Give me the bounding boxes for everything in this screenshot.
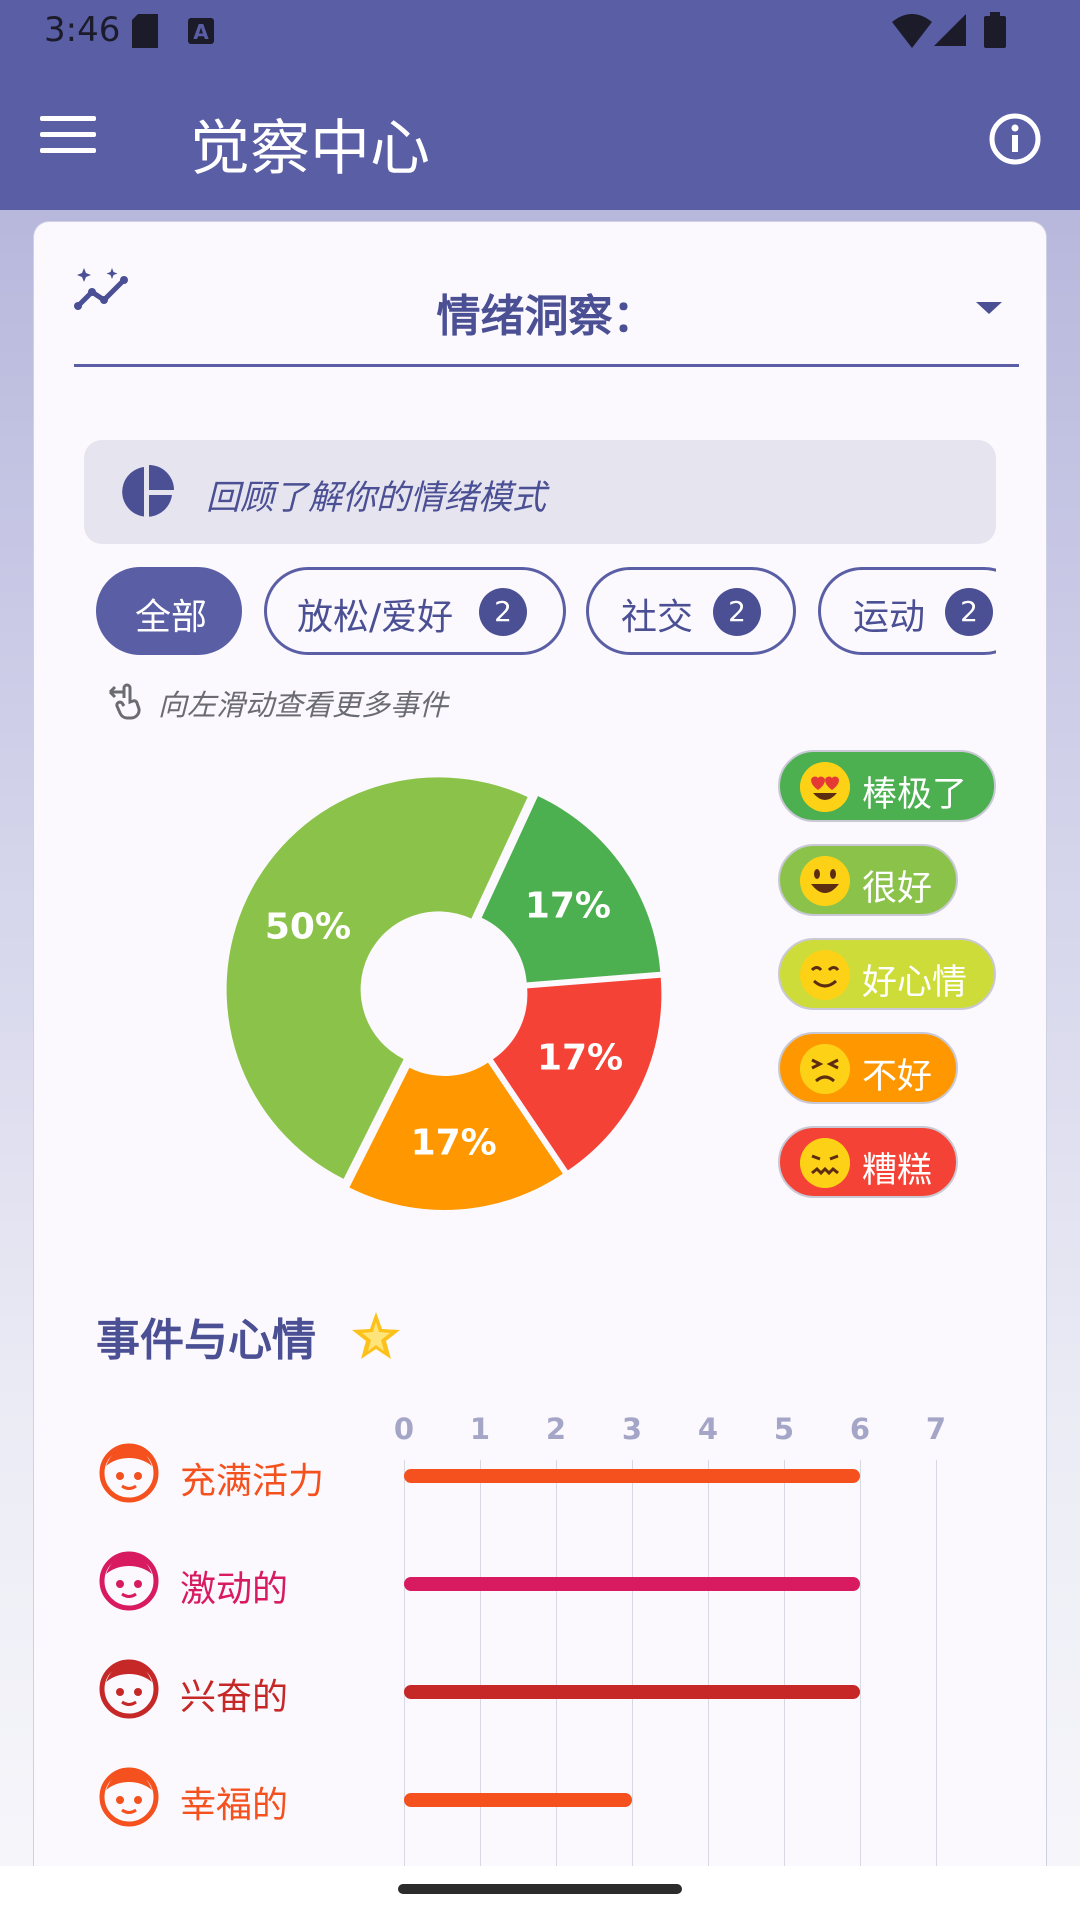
chip-social[interactable]: 社交 2 [586, 567, 796, 655]
dropdown-label: 情绪洞察： [436, 291, 657, 342]
legend-awesome[interactable]: 棒极了 [778, 750, 996, 822]
legend-terrible[interactable]: 糟糕 [778, 1126, 958, 1198]
gridline [632, 1460, 633, 1880]
pie-slice-label: 50% [265, 906, 351, 947]
swipe-hint: 向左滑动查看更多事件 [108, 682, 449, 724]
legend-label: 棒极了 [862, 775, 968, 815]
insight-type-dropdown[interactable]: 情绪洞察： [74, 242, 1019, 367]
chip-count-badge: 2 [945, 588, 993, 636]
chip-count-badge: 2 [713, 588, 761, 636]
swipe-gesture-icon [108, 683, 141, 720]
row-label: 兴奋的 [180, 1677, 289, 1718]
pie-slice-label: 17% [537, 1038, 623, 1079]
pie-chart-icon [122, 465, 174, 519]
status-bar: 3:46 A [0, 0, 1080, 64]
chip-sports[interactable]: 运动 2 [818, 567, 996, 655]
x-axis-tick: 3 [621, 1412, 643, 1446]
sd-card-icon [132, 14, 158, 48]
person-face-icon [99, 1767, 159, 1827]
hamburger-menu-icon[interactable] [40, 116, 96, 158]
legend-bad[interactable]: 不好 [778, 1032, 958, 1104]
bar[interactable] [404, 1469, 860, 1483]
glowing-star-icon [352, 1312, 400, 1359]
pie-slice-label: 17% [525, 886, 611, 927]
x-axis-tick: 4 [697, 1412, 719, 1446]
legend-good[interactable]: 很好 [778, 844, 958, 916]
page-title: 觉察中心 [190, 114, 430, 184]
x-axis-tick: 5 [773, 1412, 795, 1446]
navigation-bar [0, 1866, 1080, 1920]
legend-label: 很好 [862, 869, 933, 909]
app-bar: 觉察中心 [0, 64, 1080, 210]
chip-relax-hobby[interactable]: 放松/爱好 2 [264, 567, 566, 655]
status-time: 3:46 [44, 10, 121, 50]
chip-label: 全部 [135, 597, 208, 638]
gridline [556, 1460, 557, 1880]
row-label: 激动的 [180, 1569, 289, 1610]
row-label: 幸福的 [180, 1785, 289, 1826]
keyboard-a-icon: A [188, 18, 214, 44]
row-label: 充满活力 [180, 1461, 325, 1502]
person-face-icon [99, 1659, 159, 1719]
bar[interactable] [404, 1577, 860, 1591]
legend-label: 糟糕 [862, 1151, 933, 1191]
smiling-face-icon [800, 950, 850, 1000]
person-face-icon [99, 1551, 159, 1611]
sad-face-icon [800, 1044, 850, 1094]
x-axis-tick: 6 [849, 1412, 871, 1446]
chip-label: 运动 [853, 597, 926, 638]
event-filter-chips: 全部 放松/爱好 2 社交 2 运动 2 [84, 567, 996, 663]
wifi-icon [892, 14, 932, 48]
x-axis-tick: 1 [469, 1412, 491, 1446]
gridline [480, 1460, 481, 1880]
person-face-icon [99, 1443, 159, 1503]
gridline [784, 1460, 785, 1880]
bar[interactable] [404, 1793, 632, 1807]
legend-happy[interactable]: 好心情 [778, 938, 996, 1010]
chip-label: 放松/爱好 [297, 597, 454, 638]
bar[interactable] [404, 1685, 860, 1699]
info-icon[interactable] [988, 112, 1042, 166]
grinning-face-icon [800, 856, 850, 906]
nauseated-face-icon [800, 1138, 850, 1188]
battery-icon [984, 12, 1006, 48]
gridline [708, 1460, 709, 1880]
chip-all[interactable]: 全部 [96, 567, 242, 655]
legend-label: 好心情 [862, 963, 968, 1003]
heart-eyes-face-icon [800, 762, 850, 812]
chip-label: 社交 [621, 597, 694, 638]
gridline [936, 1460, 937, 1880]
x-axis-tick: 7 [925, 1412, 947, 1446]
svg-text:A: A [193, 20, 209, 44]
gridline [404, 1460, 405, 1880]
chip-count-badge: 2 [479, 588, 527, 636]
x-axis-tick: 0 [393, 1412, 415, 1446]
banner-text: 回顾了解你的情绪模式 [206, 478, 546, 518]
mood-pie-chart: 17% 17% 17% 50% [226, 777, 662, 1210]
home-gesture-handle[interactable] [398, 1884, 682, 1894]
gridline [860, 1460, 861, 1880]
dropdown-arrow-icon [976, 302, 1002, 314]
legend-label: 不好 [862, 1057, 933, 1097]
cell-signal-icon [934, 14, 966, 46]
x-axis-tick: 2 [545, 1412, 567, 1446]
swipe-hint-text: 向左滑动查看更多事件 [158, 688, 449, 722]
insight-card: 情绪洞察： 回顾了解你的情绪模式 全部 放松/爱好 2 社交 2 运动 2 向左… [33, 221, 1047, 1882]
pie-slice-label: 17% [411, 1123, 497, 1164]
events-section-title: 事件与心情 [96, 1315, 316, 1366]
info-banner: 回顾了解你的情绪模式 [84, 440, 996, 544]
